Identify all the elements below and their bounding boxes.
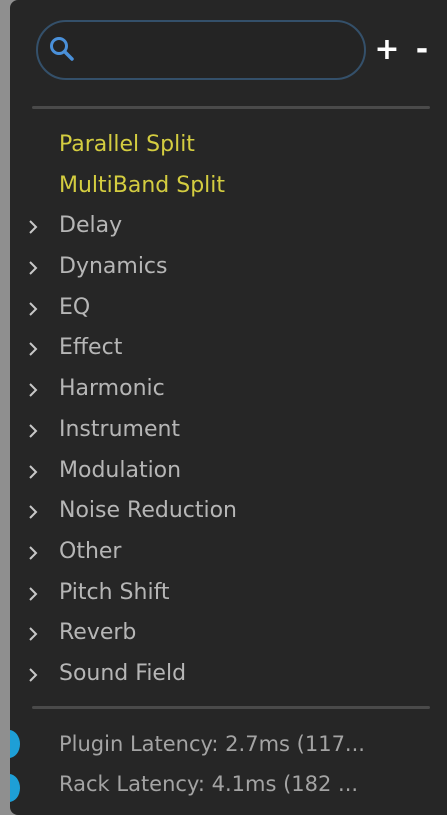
chevron-right-icon xyxy=(29,342,38,357)
chevron-right-icon xyxy=(29,586,38,601)
chevron-right-icon xyxy=(29,505,38,519)
menu-item-harmonic[interactable]: Harmonic xyxy=(10,369,447,410)
menu-item-reverb[interactable]: Reverb xyxy=(10,613,447,654)
search-row: + - xyxy=(10,20,447,84)
menu-item-label: Instrument xyxy=(59,416,181,442)
menu-item-sound-field[interactable]: Sound Field xyxy=(10,654,447,695)
menu-item-label: Harmonic xyxy=(59,376,165,402)
chevron-right-icon xyxy=(29,627,38,641)
chevron-right-icon xyxy=(29,546,38,560)
menu-item-label: Pitch Shift xyxy=(59,579,170,605)
menu-item-label: Sound Field xyxy=(59,660,187,686)
plugin-latency-row: Plugin Latency: 2.7ms (117... xyxy=(10,724,447,764)
plugin-browser-panel: + - Parallel Split MultiBand Split Delay… xyxy=(10,0,447,815)
search-icon xyxy=(50,37,74,61)
menu-item-label: MultiBand Split xyxy=(59,172,226,198)
menu-item-noise-reduction[interactable]: Noise Reduction xyxy=(10,491,447,532)
remove-button[interactable]: - xyxy=(410,30,434,70)
menu-item-instrument[interactable]: Instrument xyxy=(10,410,447,451)
divider xyxy=(32,706,430,709)
chevron-right-icon xyxy=(29,424,38,438)
menu-item-other[interactable]: Other xyxy=(10,532,447,573)
search-input[interactable] xyxy=(82,30,356,72)
menu-item-modulation[interactable]: Modulation xyxy=(10,451,447,492)
menu-item-multiband-split[interactable]: MultiBand Split xyxy=(10,166,447,207)
chevron-right-icon xyxy=(29,464,38,479)
menu-item-dynamics[interactable]: Dynamics xyxy=(10,247,447,288)
menu-item-label: Reverb xyxy=(59,620,137,646)
menu-item-label: Noise Reduction xyxy=(59,498,237,524)
menu-item-parallel-split[interactable]: Parallel Split xyxy=(10,125,447,166)
chevron-right-icon xyxy=(29,261,38,275)
chevron-right-icon xyxy=(29,220,38,235)
menu-item-label: Other xyxy=(59,538,122,564)
menu-item-label: Modulation xyxy=(59,457,182,483)
chevron-right-icon xyxy=(29,302,38,316)
menu-item-label: Parallel Split xyxy=(59,132,195,157)
menu-item-label: Dynamics xyxy=(59,254,168,280)
menu-item-eq[interactable]: EQ xyxy=(10,288,447,329)
search-box[interactable] xyxy=(36,20,366,80)
rack-latency-row: Rack Latency: 4.1ms (182 ... xyxy=(10,764,447,804)
menu-item-delay[interactable]: Delay xyxy=(10,206,447,247)
plugin-latency-text: Plugin Latency: 2.7ms (117... xyxy=(59,732,365,756)
menu-item-label: EQ xyxy=(59,294,91,320)
chevron-right-icon xyxy=(29,383,38,397)
menu-item-effect[interactable]: Effect xyxy=(10,328,447,369)
menu-item-pitch-shift[interactable]: Pitch Shift xyxy=(10,573,447,614)
menu-item-label: Delay xyxy=(59,213,123,239)
chevron-right-icon xyxy=(29,668,38,682)
latency-footer: Plugin Latency: 2.7ms (117... Rack Laten… xyxy=(10,724,447,804)
category-list: Parallel Split MultiBand Split Delay Dyn… xyxy=(10,125,447,695)
divider xyxy=(32,106,430,109)
menu-item-label: Effect xyxy=(59,335,123,361)
rack-latency-text: Rack Latency: 4.1ms (182 ... xyxy=(59,772,359,796)
add-button[interactable]: + xyxy=(374,30,400,70)
